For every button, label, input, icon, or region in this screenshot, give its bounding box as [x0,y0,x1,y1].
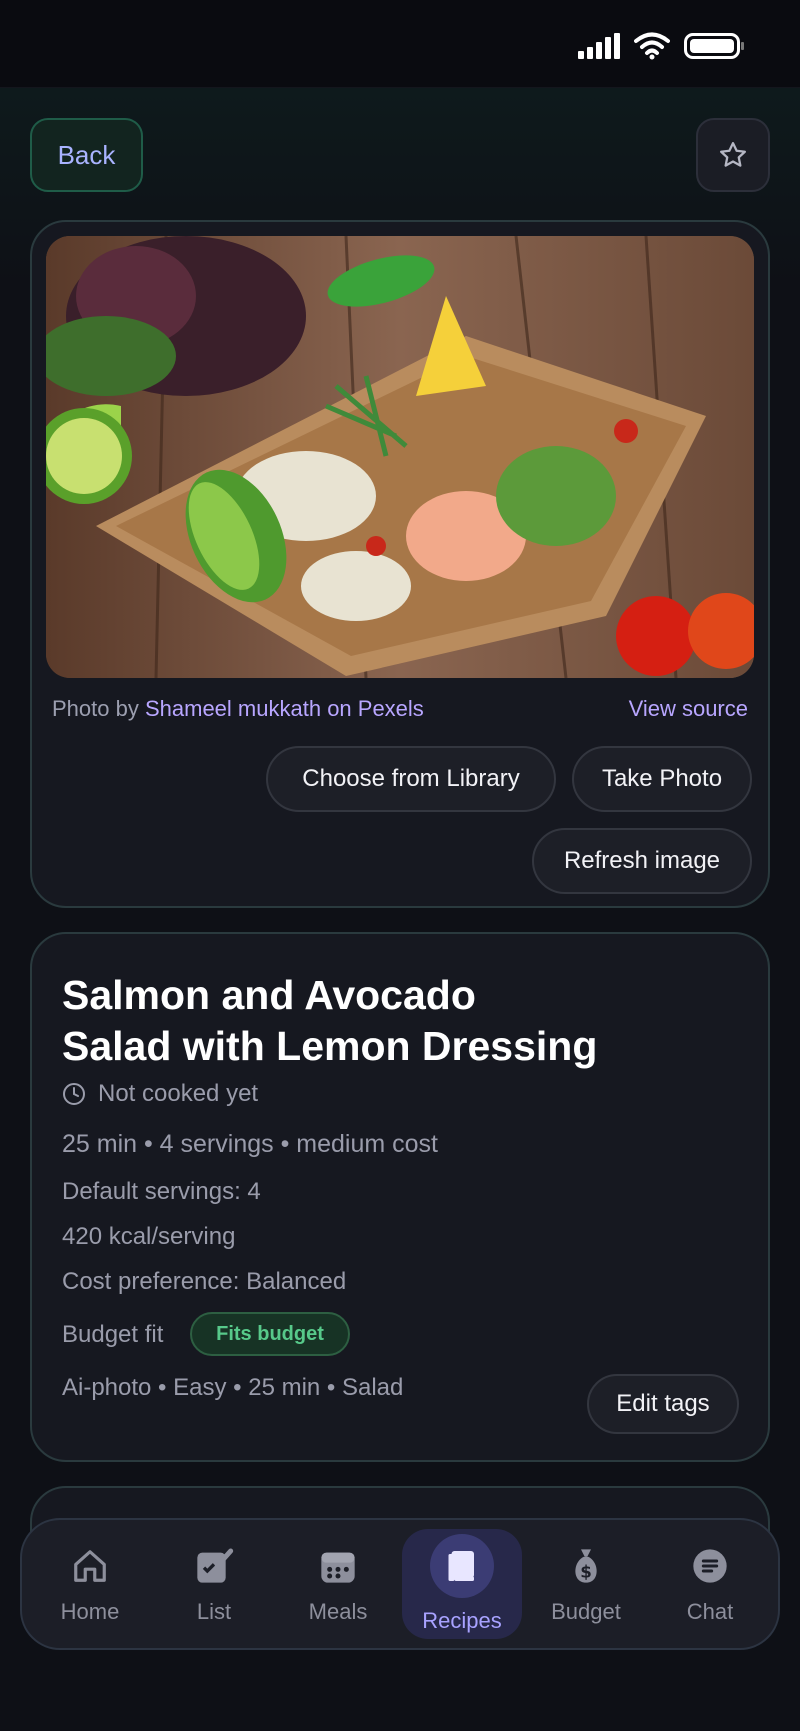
battery-icon [684,33,744,59]
edit-tags-button[interactable]: Edit tags [587,1374,739,1434]
credit-suffix: on Pexels [327,696,424,721]
default-servings: Default servings: 4 [62,1178,261,1205]
cooked-status-text: Not cooked yet [98,1080,259,1107]
tab-recipes-label: Recipes [422,1608,502,1633]
tab-home-label: Home [60,1599,120,1624]
cost-preference: Cost preference: Balanced [62,1268,347,1295]
refresh-image-button[interactable]: Refresh image [532,828,752,894]
budget-status-badge: Fits budget [190,1312,350,1356]
view-source-link[interactable]: View source [629,696,748,722]
tab-meals[interactable]: Meals [278,1529,398,1639]
wifi-icon [634,32,670,60]
list-icon [191,1543,237,1589]
recipe-photo [46,236,754,678]
take-photo-button[interactable]: Take Photo [572,746,752,812]
home-icon [67,1543,113,1589]
chat-icon [687,1543,733,1589]
photographer-link[interactable]: Shameel mukkath [145,696,321,721]
credit-prefix: Photo by [52,696,139,721]
tab-meals-label: Meals [308,1599,368,1624]
tab-list[interactable]: List [154,1529,274,1639]
status-icons [578,32,744,60]
tab-recipes[interactable]: Recipes [402,1529,522,1639]
tab-chat-label: Chat [686,1599,734,1624]
tab-budget-label: Budget [551,1599,621,1624]
svg-text:$: $ [580,1563,592,1582]
favorite-button[interactable] [696,118,770,192]
recipe-tags: Ai-photo • Easy • 25 min • Salad [62,1374,404,1401]
choose-from-library-button[interactable]: Choose from Library [266,746,556,812]
recipe-title: Salmon and Avocado Salad with Lemon Dres… [62,970,662,1072]
calories: 420 kcal/serving [62,1223,236,1250]
tab-home[interactable]: Home [30,1529,150,1639]
tab-chat[interactable]: Chat [650,1529,770,1639]
tab-list-label: List [196,1599,232,1624]
back-button[interactable]: Back [30,118,143,192]
cooked-status: Not cooked yet [62,1080,258,1108]
recipe-title-line1: Salmon and Avocado [62,972,476,1018]
clock-icon [63,1083,85,1105]
tab-budget[interactable]: $ Budget [526,1529,646,1639]
star-icon [720,142,746,167]
salad-illustration [46,236,754,678]
budget-fit-label: Budget fit [62,1321,164,1348]
money-bag-icon: $ [563,1543,609,1589]
status-bar [0,0,800,88]
recipe-title-line2: Salad with Lemon Dressing [62,1023,598,1069]
signal-icon [578,33,620,59]
calendar-icon [315,1543,361,1589]
photo-credit: Photo by Shameel mukkath on Pexels [52,696,424,722]
recipe-info-card: Salmon and Avocado Salad with Lemon Dres… [30,932,770,1462]
bottom-tab-bar: Home List Meals Recipes $ Budget Chat [20,1518,780,1650]
recipe-summary: 25 min • 4 servings • medium cost [62,1130,438,1158]
book-icon [430,1534,494,1598]
photo-card: Photo by Shameel mukkath on Pexels View … [30,220,770,908]
